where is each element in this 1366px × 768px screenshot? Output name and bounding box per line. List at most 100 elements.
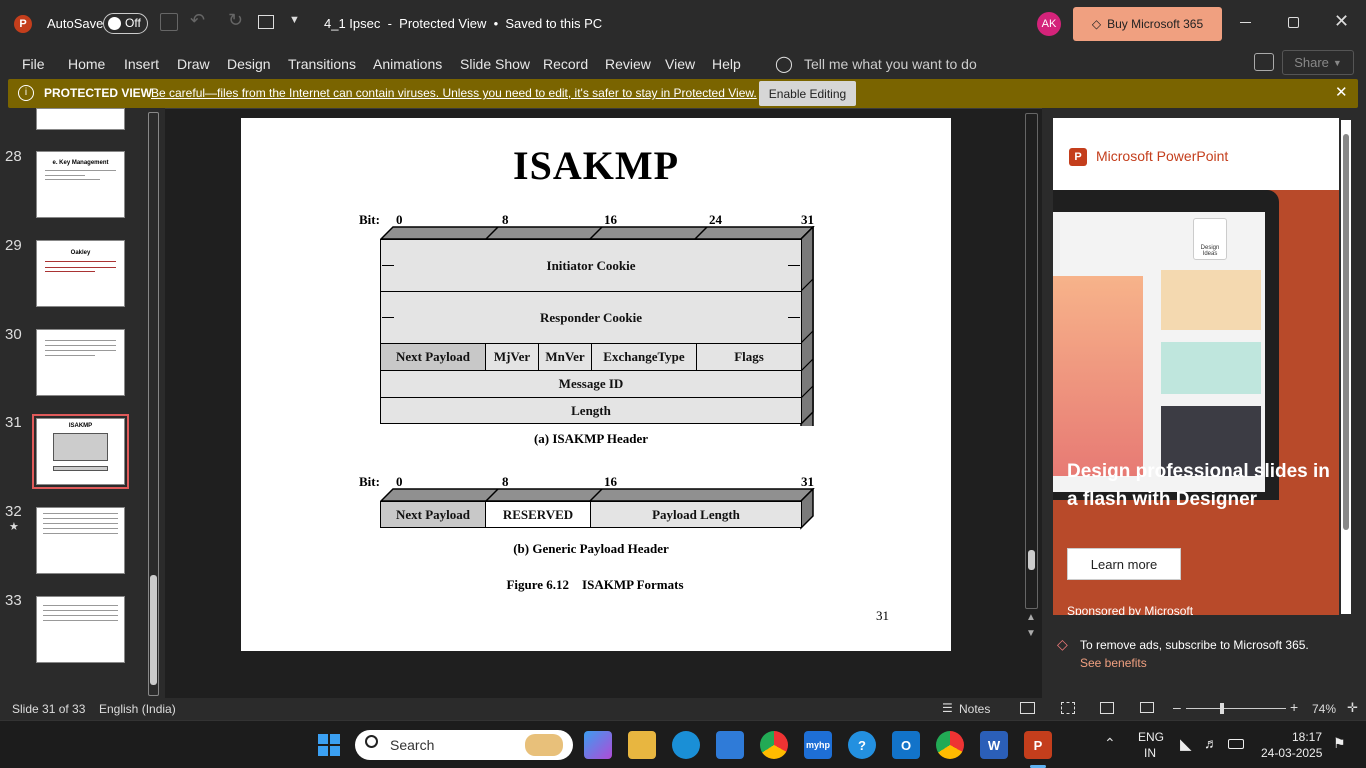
comments-icon[interactable] [1254,53,1274,71]
chrome-icon[interactable] [760,731,788,759]
tab-review[interactable]: Review [605,56,651,72]
file-explorer-icon[interactable] [628,731,656,759]
user-avatar[interactable]: AK [1037,12,1061,36]
word-icon[interactable]: W [980,731,1008,759]
length-label: Length [571,402,611,418]
myhp-icon[interactable]: myhp [804,731,832,759]
close-window-icon[interactable]: ✕ [1334,11,1349,32]
tab-animations[interactable]: Animations [373,56,442,72]
tab-file[interactable]: File [22,56,45,72]
remove-ads-text: To remove ads, subscribe to Microsoft 36… [1080,638,1309,652]
length-field: Length [380,397,802,424]
zoom-out-icon[interactable]: – [1173,699,1181,715]
slide-thumbnail-29[interactable]: Oakley [36,240,125,307]
ad-card[interactable]: P Microsoft PowerPoint Design Ideas Desi… [1053,118,1339,615]
notes-icon[interactable]: ☰ [942,701,953,715]
tab-slide-show[interactable]: Slide Show [460,56,530,72]
restore-icon[interactable] [1288,17,1299,28]
battery-icon[interactable] [1228,739,1244,749]
previous-slide-icon[interactable]: ▲ [1026,612,1036,623]
protected-view-label: PROTECTED VIEW [44,86,153,100]
slide-sorter-icon[interactable] [1061,702,1075,714]
slide-thumbnail-27[interactable] [36,108,125,130]
chrome-profile-icon[interactable] [936,731,964,759]
microsoft-store-icon[interactable] [716,731,744,759]
clock-time[interactable]: 18:17 [1292,730,1322,744]
tab-transitions[interactable]: Transitions [288,56,356,72]
redo-icon[interactable]: ↻ [228,10,243,31]
autosave-toggle[interactable]: Off [103,13,148,34]
flags-field: Flags [696,343,802,371]
tab-record[interactable]: Record [543,56,588,72]
normal-view-icon[interactable] [1020,702,1035,714]
language-indicator[interactable]: English (India) [99,702,176,716]
taskbar-search-box[interactable]: Search [355,730,573,760]
exchange-type-label: ExchangeType [603,349,685,364]
volume-icon[interactable]: ♬ [1204,735,1218,751]
outlook-icon[interactable]: O [892,731,920,759]
undo-icon[interactable]: ↶ [190,10,205,31]
input-language-line1[interactable]: ENG [1138,730,1164,744]
ad-scrollbar[interactable] [1341,120,1351,614]
see-benefits-link[interactable]: See benefits [1080,656,1147,670]
customize-toolbar-icon[interactable]: ▼ [289,14,300,26]
next-slide-icon[interactable]: ▼ [1026,628,1036,639]
zoom-slider[interactable] [1186,703,1286,714]
payload-length-label: Payload Length [652,506,740,522]
share-button[interactable]: Share ▼ [1282,50,1354,75]
slide-thumbnail-33[interactable] [36,596,125,663]
tab-insert[interactable]: Insert [124,56,159,72]
thumbnail-scrollbar[interactable] [148,112,159,696]
responder-cookie-field: Responder Cookie [380,291,802,344]
tab-design[interactable]: Design [227,56,271,72]
slide-thumbnail-30[interactable] [36,329,125,396]
help-icon[interactable]: ? [848,731,876,759]
tab-draw[interactable]: Draw [177,56,210,72]
close-icon[interactable]: ✕ [1335,83,1348,101]
slide-thumbnail-28[interactable]: e. Key Management [36,151,125,218]
slide-thumbnail-32[interactable] [36,507,125,574]
slide-show-icon[interactable] [1140,702,1154,713]
thumbnail-title: Oakley [70,250,91,256]
caption-generic-payload: (b) Generic Payload Header [513,541,669,556]
enable-editing-button[interactable]: Enable Editing [759,81,856,106]
caption-isakmp-header: (a) ISAKMP Header [533,431,649,446]
diamond-icon: ◇ [1091,17,1102,31]
lightbulb-icon: ◯ [775,56,793,73]
tab-help[interactable]: Help [712,56,741,72]
thumbnail-title: e. Key Management [52,160,109,166]
save-icon[interactable] [160,13,178,31]
windows-start-icon[interactable] [318,734,340,756]
slide-canvas: ISAKMP Bit: 0 8 16 24 31 Initiator Cooki… [241,118,951,651]
reading-view-icon[interactable] [1100,702,1114,714]
clock-date[interactable]: 24-03-2025 [1261,746,1322,760]
design-ideas-button: Design Ideas [1193,218,1227,260]
tell-me-search[interactable]: Tell me what you want to do [804,56,977,72]
powerpoint-taskbar-icon[interactable]: P [1024,731,1052,759]
search-icon [365,735,378,748]
presentation-icon[interactable] [258,15,274,29]
header-side-face [801,226,814,426]
wifi-icon[interactable]: ◣ [1180,735,1192,753]
fit-to-window-icon[interactable]: ✛ [1347,700,1358,716]
bit-label: Bit: [359,212,380,227]
powerpoint-logo-icon: P [14,15,32,33]
minimize-icon[interactable] [1240,22,1251,23]
zoom-in-icon[interactable]: + [1290,699,1298,715]
buy-microsoft-365-button[interactable]: ◇ Buy Microsoft 365 [1073,7,1222,41]
vertical-scrollbar[interactable] [1025,113,1038,609]
learn-more-button[interactable]: Learn more [1067,548,1181,580]
edge-browser-icon[interactable] [672,731,700,759]
tab-home[interactable]: Home [68,56,105,72]
autosave-label: AutoSave [47,16,104,31]
powerpoint-logo-icon: P [1069,148,1087,166]
copilot-icon[interactable] [584,731,612,759]
protected-view-message[interactable]: Be careful—files from the Internet can c… [151,86,757,100]
chevron-up-icon[interactable]: ⌃ [1104,735,1116,752]
autosave-state: Off [125,16,141,30]
tab-view[interactable]: View [665,56,695,72]
zoom-level[interactable]: 74% [1312,702,1336,716]
notification-bell-icon[interactable]: ⚑ [1333,735,1346,752]
notes-button[interactable]: Notes [959,702,990,716]
slide-thumbnail-31[interactable]: ISAKMP [32,414,129,489]
